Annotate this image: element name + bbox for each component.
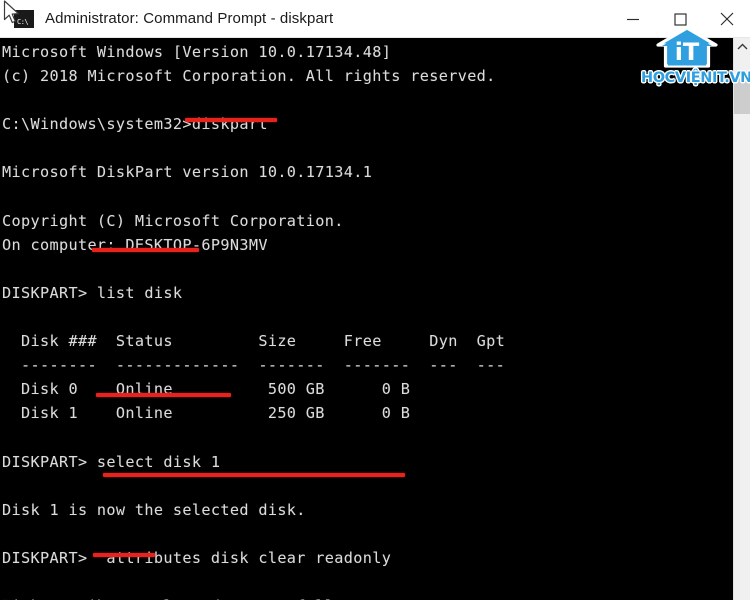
underline-list-disk (92, 248, 199, 252)
underline-attributes (103, 473, 405, 477)
console-line: Microsoft DiskPart version 10.0.17134.1 (2, 163, 373, 182)
window-titlebar[interactable]: C:\ Administrator: Command Prompt - disk… (0, 0, 750, 38)
close-button[interactable] (703, 0, 750, 38)
console-line: Disk ### Status Size Free Dyn Gpt (2, 332, 506, 351)
console-line: Disk attributes cleared successfully. (2, 594, 730, 600)
scroll-up-button[interactable] (734, 38, 750, 56)
console-line: Disk 0 Online 500 GB 0 B (2, 380, 411, 399)
window-controls (609, 0, 750, 38)
minimize-button[interactable] (609, 0, 656, 38)
underline-clean (93, 553, 155, 557)
console-line: Disk 1 Online 250 GB 0 B (2, 404, 411, 423)
console-text: Microsoft Windows [Version 10.0.17134.48… (0, 38, 730, 600)
console-line: Disk 1 is now the selected disk. (2, 500, 306, 519)
console-line: DISKPART> list disk (2, 283, 183, 302)
console-line: Copyright (C) Microsoft Corporation. (2, 211, 344, 230)
console-line: DISKPART> attributes disk clear readonly (2, 548, 392, 567)
console-line: -------- ------------- ------- ------- -… (2, 356, 506, 375)
underline-select-disk (96, 393, 231, 397)
console-line: Microsoft Windows [Version 10.0.17134.48… (2, 43, 392, 61)
console-line: (c) 2018 Microsoft Corporation. All righ… (2, 67, 496, 86)
cmd-icon: C:\ (14, 9, 34, 28)
underline-diskpart (185, 118, 277, 122)
scrollbar-thumb[interactable] (734, 77, 750, 114)
titlebar-left-group: C:\ Administrator: Command Prompt - disk… (0, 9, 609, 28)
console-line: On computer: DESKTOP-6P9N3MV (2, 235, 268, 254)
window-title: Administrator: Command Prompt - diskpart (45, 10, 334, 27)
vertical-scrollbar[interactable] (733, 38, 750, 600)
console-line: DISKPART> select disk 1 (2, 452, 221, 471)
terminal-output-area[interactable]: Microsoft Windows [Version 10.0.17134.48… (0, 38, 750, 600)
console-line: C:\Windows\system32>diskpart (2, 115, 268, 134)
maximize-button[interactable] (656, 0, 703, 38)
cmd-icon-prompt-glyph: C:\ (17, 17, 29, 26)
command-prompt-window: C:\ Administrator: Command Prompt - disk… (0, 0, 750, 600)
